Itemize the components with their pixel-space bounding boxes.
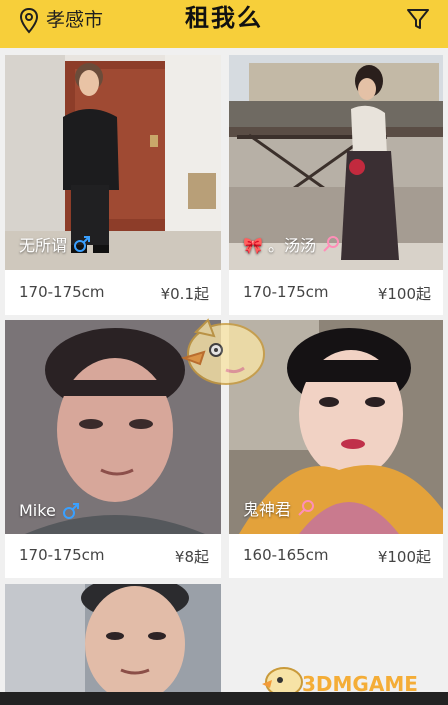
- name-overlay: 鬼神君: [243, 496, 315, 520]
- price: ¥8起: [174, 548, 209, 566]
- price: ¥100起: [377, 548, 431, 566]
- mascot-watermark: [180, 318, 265, 385]
- user-name: 无所谓: [19, 236, 68, 255]
- bottom-bar: [0, 692, 448, 705]
- city-selector[interactable]: 孝感市: [46, 8, 103, 32]
- female-icon: [298, 500, 315, 516]
- male-icon: [74, 236, 91, 252]
- price: ¥0.1起: [160, 285, 209, 303]
- price: ¥100起: [377, 285, 431, 303]
- height-range: 160-165cm: [243, 546, 329, 564]
- location-pin-icon[interactable]: [18, 7, 40, 35]
- user-name: 鬼神君: [243, 500, 292, 519]
- user-name: Mike: [19, 501, 56, 520]
- filter-funnel-icon[interactable]: [406, 7, 430, 31]
- name-overlay: Mike: [19, 501, 80, 520]
- profile-card[interactable]: 🎀 。汤汤 170-175cm ¥100起: [229, 55, 443, 315]
- height-range: 170-175cm: [19, 283, 105, 301]
- profile-card[interactable]: [5, 584, 221, 692]
- app-title: 租我么: [185, 4, 263, 32]
- male-icon: [62, 502, 79, 519]
- height-range: 170-175cm: [19, 546, 105, 564]
- name-overlay: 无所谓: [19, 232, 91, 256]
- height-range: 170-175cm: [243, 283, 329, 301]
- profile-photo: 无所谓: [5, 55, 221, 270]
- top-bar: 孝感市 租我么: [0, 0, 448, 48]
- profile-photo: 🎀 。汤汤: [229, 55, 443, 270]
- female-icon: [323, 236, 340, 252]
- name-overlay: 🎀 。汤汤: [243, 232, 340, 256]
- profile-card[interactable]: 无所谓 170-175cm ¥0.1起: [5, 55, 221, 315]
- profile-photo: [5, 584, 221, 692]
- user-name: 🎀 。汤汤: [243, 236, 317, 255]
